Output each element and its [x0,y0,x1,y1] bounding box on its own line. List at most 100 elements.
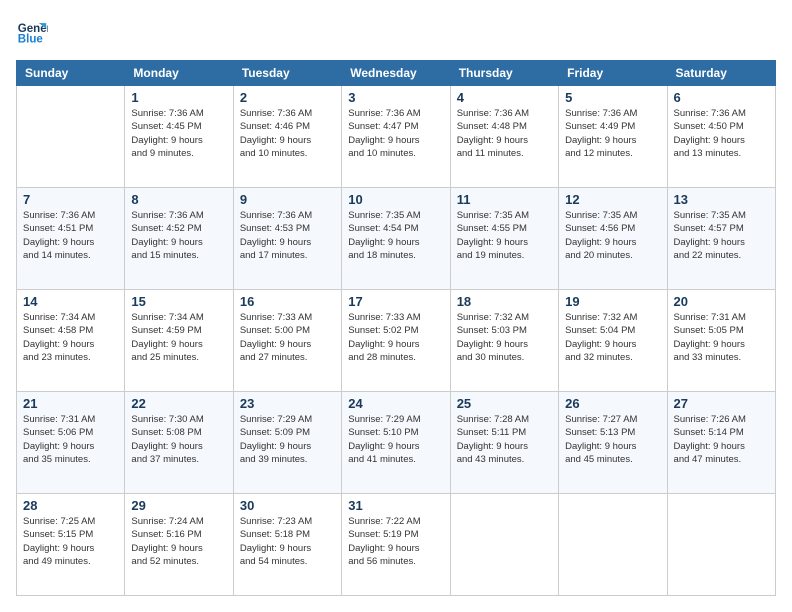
calendar-cell-4-4: 24 Sunrise: 7:29 AMSunset: 5:10 PMDayligh… [342,392,450,494]
svg-text:Blue: Blue [18,34,44,46]
day-number: 15 [131,294,226,309]
calendar-cell-2-3: 9 Sunrise: 7:36 AMSunset: 4:53 PMDaylight… [233,188,341,290]
calendar-cell-4-1: 21Sunrise: 7:31 AMSunset: 5:06 PMDayligh… [17,392,125,494]
day-info: Sunrise: 7:23 AMSunset: 5:18 PMDaylight:… [240,515,335,568]
calendar-cell-1-7: 6 Sunrise: 7:36 AMSunset: 4:50 PMDaylight… [667,86,775,188]
day-info: Sunrise: 7:32 AMSunset: 5:03 PMDaylight:… [457,311,552,364]
day-number: 31 [348,498,443,513]
calendar-cell-2-7: 13 Sunrise: 7:35 AMSunset: 4:57 PMDayligh… [667,188,775,290]
day-info: Sunrise: 7:34 AMSunset: 4:58 PMDaylight:… [23,311,118,364]
day-number: 6 [674,90,769,105]
day-info: Sunrise: 7:31 AMSunset: 5:06 PMDaylight:… [23,413,118,466]
day-info: Sunrise: 7:29 AMSunset: 5:10 PMDaylight:… [348,413,443,466]
day-info: Sunrise: 7:25 AMSunset: 5:15 PMDaylight:… [23,515,118,568]
weekday-header-wednesday: Wednesday [342,61,450,86]
day-number: 4 [457,90,552,105]
weekday-header-tuesday: Tuesday [233,61,341,86]
day-number: 17 [348,294,443,309]
calendar-cell-3-5: 18 Sunrise: 7:32 AMSunset: 5:03 PMDayligh… [450,290,558,392]
day-info: Sunrise: 7:29 AMSunset: 5:09 PMDaylight:… [240,413,335,466]
calendar-cell-1-5: 4 Sunrise: 7:36 AMSunset: 4:48 PMDaylight… [450,86,558,188]
calendar-cell-1-1 [17,86,125,188]
calendar-cell-3-6: 19 Sunrise: 7:32 AMSunset: 5:04 PMDayligh… [559,290,667,392]
day-info: Sunrise: 7:36 AMSunset: 4:50 PMDaylight:… [674,107,769,160]
calendar-cell-1-4: 3 Sunrise: 7:36 AMSunset: 4:47 PMDaylight… [342,86,450,188]
day-info: Sunrise: 7:36 AMSunset: 4:48 PMDaylight:… [457,107,552,160]
calendar-cell-4-2: 22 Sunrise: 7:30 AMSunset: 5:08 PMDayligh… [125,392,233,494]
calendar-cell-5-3: 30 Sunrise: 7:23 AMSunset: 5:18 PMDayligh… [233,494,341,596]
day-number: 19 [565,294,660,309]
day-number: 13 [674,192,769,207]
day-info: Sunrise: 7:35 AMSunset: 4:54 PMDaylight:… [348,209,443,262]
day-info: Sunrise: 7:26 AMSunset: 5:14 PMDaylight:… [674,413,769,466]
day-number: 24 [348,396,443,411]
day-info: Sunrise: 7:35 AMSunset: 4:57 PMDaylight:… [674,209,769,262]
day-info: Sunrise: 7:36 AMSunset: 4:51 PMDaylight:… [23,209,118,262]
day-info: Sunrise: 7:36 AMSunset: 4:46 PMDaylight:… [240,107,335,160]
day-info: Sunrise: 7:34 AMSunset: 4:59 PMDaylight:… [131,311,226,364]
day-info: Sunrise: 7:33 AMSunset: 5:00 PMDaylight:… [240,311,335,364]
logo: General Blue [16,16,48,48]
day-info: Sunrise: 7:32 AMSunset: 5:04 PMDaylight:… [565,311,660,364]
day-info: Sunrise: 7:36 AMSunset: 4:49 PMDaylight:… [565,107,660,160]
calendar-cell-2-4: 10 Sunrise: 7:35 AMSunset: 4:54 PMDayligh… [342,188,450,290]
calendar-cell-2-5: 11 Sunrise: 7:35 AMSunset: 4:55 PMDayligh… [450,188,558,290]
day-number: 27 [674,396,769,411]
calendar: SundayMondayTuesdayWednesdayThursdayFrid… [16,60,776,596]
calendar-cell-3-3: 16 Sunrise: 7:33 AMSunset: 5:00 PMDayligh… [233,290,341,392]
calendar-cell-4-3: 23 Sunrise: 7:29 AMSunset: 5:09 PMDayligh… [233,392,341,494]
day-number: 12 [565,192,660,207]
day-info: Sunrise: 7:24 AMSunset: 5:16 PMDaylight:… [131,515,226,568]
day-info: Sunrise: 7:31 AMSunset: 5:05 PMDaylight:… [674,311,769,364]
day-number: 14 [23,294,118,309]
day-number: 29 [131,498,226,513]
calendar-cell-5-7 [667,494,775,596]
day-number: 26 [565,396,660,411]
day-number: 9 [240,192,335,207]
day-info: Sunrise: 7:33 AMSunset: 5:02 PMDaylight:… [348,311,443,364]
calendar-cell-5-2: 29 Sunrise: 7:24 AMSunset: 5:16 PMDayligh… [125,494,233,596]
calendar-cell-5-6 [559,494,667,596]
calendar-cell-2-2: 8 Sunrise: 7:36 AMSunset: 4:52 PMDaylight… [125,188,233,290]
day-info: Sunrise: 7:36 AMSunset: 4:45 PMDaylight:… [131,107,226,160]
day-number: 18 [457,294,552,309]
calendar-cell-1-2: 1 Sunrise: 7:36 AMSunset: 4:45 PMDaylight… [125,86,233,188]
day-number: 3 [348,90,443,105]
day-number: 23 [240,396,335,411]
day-info: Sunrise: 7:36 AMSunset: 4:47 PMDaylight:… [348,107,443,160]
day-number: 5 [565,90,660,105]
day-info: Sunrise: 7:35 AMSunset: 4:55 PMDaylight:… [457,209,552,262]
calendar-cell-2-6: 12 Sunrise: 7:35 AMSunset: 4:56 PMDayligh… [559,188,667,290]
day-number: 25 [457,396,552,411]
calendar-cell-3-4: 17 Sunrise: 7:33 AMSunset: 5:02 PMDayligh… [342,290,450,392]
day-number: 10 [348,192,443,207]
day-number: 7 [23,192,118,207]
day-info: Sunrise: 7:22 AMSunset: 5:19 PMDaylight:… [348,515,443,568]
day-info: Sunrise: 7:27 AMSunset: 5:13 PMDaylight:… [565,413,660,466]
day-info: Sunrise: 7:35 AMSunset: 4:56 PMDaylight:… [565,209,660,262]
day-info: Sunrise: 7:36 AMSunset: 4:52 PMDaylight:… [131,209,226,262]
day-number: 2 [240,90,335,105]
day-number: 30 [240,498,335,513]
calendar-cell-3-2: 15 Sunrise: 7:34 AMSunset: 4:59 PMDayligh… [125,290,233,392]
calendar-cell-4-5: 25 Sunrise: 7:28 AMSunset: 5:11 PMDayligh… [450,392,558,494]
weekday-header-saturday: Saturday [667,61,775,86]
weekday-header-monday: Monday [125,61,233,86]
calendar-cell-5-5 [450,494,558,596]
day-number: 1 [131,90,226,105]
day-number: 22 [131,396,226,411]
day-number: 11 [457,192,552,207]
day-number: 8 [131,192,226,207]
day-info: Sunrise: 7:36 AMSunset: 4:53 PMDaylight:… [240,209,335,262]
calendar-cell-2-1: 7 Sunrise: 7:36 AMSunset: 4:51 PMDaylight… [17,188,125,290]
day-number: 16 [240,294,335,309]
day-info: Sunrise: 7:30 AMSunset: 5:08 PMDaylight:… [131,413,226,466]
calendar-cell-3-7: 20Sunrise: 7:31 AMSunset: 5:05 PMDayligh… [667,290,775,392]
calendar-cell-3-1: 14 Sunrise: 7:34 AMSunset: 4:58 PMDayligh… [17,290,125,392]
weekday-header-sunday: Sunday [17,61,125,86]
calendar-cell-4-7: 27 Sunrise: 7:26 AMSunset: 5:14 PMDayligh… [667,392,775,494]
calendar-cell-5-4: 31 Sunrise: 7:22 AMSunset: 5:19 PMDayligh… [342,494,450,596]
day-info: Sunrise: 7:28 AMSunset: 5:11 PMDaylight:… [457,413,552,466]
day-number: 28 [23,498,118,513]
calendar-cell-5-1: 28 Sunrise: 7:25 AMSunset: 5:15 PMDayligh… [17,494,125,596]
